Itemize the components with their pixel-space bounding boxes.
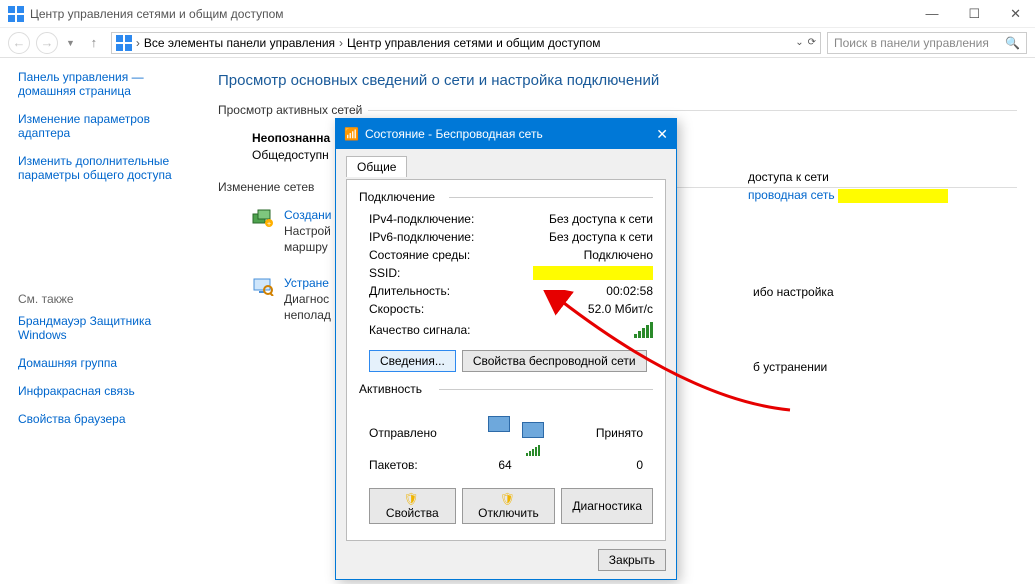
properties-button[interactable]: 🛡Свойства [369,488,456,524]
connection-group-label: Подключение [359,190,653,204]
refresh-icon[interactable]: ⟳ [808,37,816,48]
ipv4-value: Без доступа к сети [533,212,653,226]
speed-value: 52.0 Мбит/с [533,302,653,316]
task-troubleshoot-link[interactable]: Устране [284,276,329,290]
tab-general[interactable]: Общие [346,156,407,177]
ipv6-value: Без доступа к сети [533,230,653,244]
forward-button[interactable]: → [36,32,58,54]
active-networks-label: Просмотр активных сетей [218,103,1017,117]
chevron-right-icon: › [339,36,343,50]
received-label: Принято [596,426,643,440]
see-also-heading: См. также [18,292,198,306]
wireless-properties-button[interactable]: Свойства беспроводной сети [462,350,647,372]
shield-icon: 🛡 [500,492,515,506]
sent-label: Отправлено [369,426,437,440]
sidebar-firewall-link[interactable]: Брандмауэр Защитника Windows [18,314,198,342]
media-value: Подключено [533,248,653,262]
sidebar: Панель управления — домашняя страница Из… [18,70,208,584]
activity-icon [486,414,546,452]
dialog-titlebar[interactable]: 📶 Состояние - Беспроводная сеть ✕ [336,119,676,149]
back-button[interactable]: ← [8,32,30,54]
window-title: Центр управления сетями и общим доступом [30,7,284,21]
dialog-title: Состояние - Беспроводная сеть [365,127,543,141]
duration-value: 00:02:58 [533,284,653,298]
search-icon: 🔍 [1005,36,1020,50]
sidebar-browser-link[interactable]: Свойства браузера [18,412,198,426]
task2-desc-line1: Диагнос [284,292,329,306]
wifi-icon: 📶 [344,127,359,141]
ssid-label: SSID: [369,266,533,280]
packets-sent-value: 64 [459,458,551,472]
task2-note: б устранении [753,360,827,374]
packets-label: Пакетов: [369,458,459,472]
close-button[interactable]: ✕ [1004,4,1027,24]
sidebar-homegroup-link[interactable]: Домашняя группа [18,356,198,370]
app-icon [8,6,24,22]
duration-label: Длительность: [369,284,533,298]
diagnose-button[interactable]: Диагностика [561,488,653,524]
details-button[interactable]: Сведения... [369,350,456,372]
shield-icon: 🛡 [404,492,419,506]
status-dialog: 📶 Состояние - Беспроводная сеть ✕ Общие … [335,118,677,580]
window-titlebar: Центр управления сетями и общим доступом… [0,0,1035,28]
control-panel-icon [116,35,132,51]
maximize-button[interactable]: ☐ [962,4,986,24]
ssid-value-redacted [533,266,653,280]
sidebar-sharing-link[interactable]: Изменить дополнительные параметры общего… [18,154,198,182]
chevron-right-icon: › [136,36,140,50]
task-new-connection-link[interactable]: Создани [284,208,331,222]
page-title: Просмотр основных сведений о сети и наст… [218,72,1017,89]
task1-desc-line2: маршру [284,240,328,254]
task2-desc-line2: неполад [284,308,331,322]
packets-received-value: 0 [551,458,643,472]
sidebar-adapter-link[interactable]: Изменение параметров адаптера [18,112,198,140]
dialog-close-button[interactable]: ✕ [656,126,668,143]
breadcrumb-item-2[interactable]: Центр управления сетями и общим доступом [347,36,601,50]
speed-label: Скорость: [369,302,533,316]
svg-text:+: + [267,221,271,228]
minimize-button[interactable]: — [919,4,944,24]
breadcrumb-dropdown-icon[interactable]: ⌄ [795,37,803,48]
disable-button[interactable]: 🛡Отключить [462,488,556,524]
search-placeholder: Поиск в панели управления [834,36,989,50]
signal-bars-icon [634,322,653,338]
breadcrumb[interactable]: › Все элементы панели управления › Центр… [111,32,821,54]
sidebar-home-link[interactable]: Панель управления — домашняя страница [18,70,198,98]
sidebar-infrared-link[interactable]: Инфракрасная связь [18,384,198,398]
task1-note: ибо настройка [753,285,834,299]
up-button[interactable]: ↑ [83,32,105,54]
search-input[interactable]: Поиск в панели управления 🔍 [827,32,1027,54]
ipv4-label: IPv4-подключение: [369,212,533,226]
new-connection-icon: + [252,208,274,228]
close-dialog-button[interactable]: Закрыть [598,549,666,571]
troubleshoot-icon [252,276,274,296]
breadcrumb-item-1[interactable]: Все элементы панели управления [144,36,335,50]
signal-label: Качество сигнала: [369,323,470,337]
history-dropdown[interactable]: ▼ [64,38,77,48]
ipv6-label: IPv6-подключение: [369,230,533,244]
activity-group-label: Активность [359,382,653,396]
media-label: Состояние среды: [369,248,533,262]
task1-desc-line1: Настрой [284,224,331,238]
navbar: ← → ▼ ↑ › Все элементы панели управления… [0,28,1035,58]
